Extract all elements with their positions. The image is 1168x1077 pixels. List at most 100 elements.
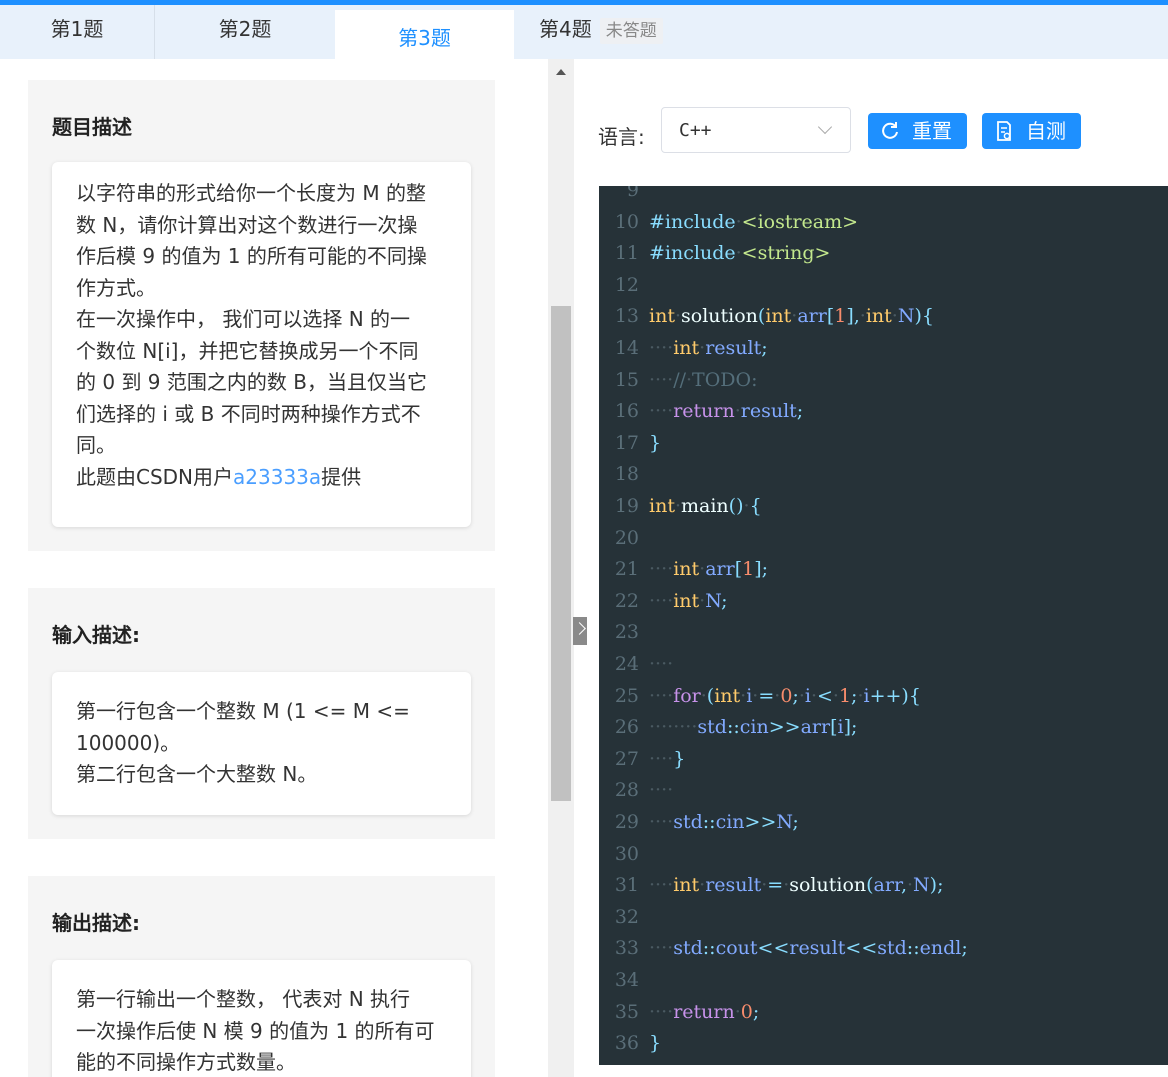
- line-number: 20: [614, 526, 639, 549]
- line-number: 13: [614, 305, 639, 328]
- description-body: 以字符串的形式给你一个长度为 M 的整 数 N，请你计算出对这个数进行一次操 作…: [52, 162, 471, 527]
- self-test-button[interactable]: 自测: [982, 113, 1081, 149]
- tab-question-3[interactable]: 第3题: [335, 10, 514, 59]
- output-title: 输出描述:: [52, 911, 140, 935]
- tab-question-4[interactable]: 第4题 未答题: [514, 5, 709, 59]
- description-line: 作方式。: [76, 275, 156, 300]
- code-line: 17}: [599, 428, 661, 459]
- problem-panel: 题目描述 以字符串的形式给你一个长度为 M 的整 数 N，请你计算出对这个数进行…: [0, 59, 548, 1077]
- code-line: 19 int·main()·{: [599, 491, 762, 522]
- input-title: 输入描述:: [52, 623, 140, 647]
- output-line: 一次操作后使 N 模 9 的值为 1 的所有可: [76, 1018, 435, 1043]
- tab-label: 第1题: [50, 17, 104, 41]
- tab-question-1[interactable]: 第1题: [0, 5, 155, 59]
- code-text: ····std::cin>>N;: [649, 811, 799, 833]
- line-number: 22: [614, 589, 639, 612]
- code-text: int·main()·{: [649, 495, 762, 517]
- code-line: 36}: [599, 1028, 661, 1059]
- code-text: ····: [649, 653, 674, 675]
- code-text: ····int·result·=·solution(arr,·N);: [649, 874, 944, 897]
- code-line: 24 ····: [599, 649, 673, 680]
- document-check-icon: [997, 121, 1011, 141]
- credit-suffix: 提供: [321, 464, 362, 489]
- reset-button[interactable]: 重置: [868, 113, 967, 149]
- unanswered-badge: 未答题: [599, 17, 663, 44]
- line-number: 29: [614, 811, 639, 833]
- code-line: 21 ····int·arr[1];: [599, 554, 768, 585]
- line-number: 28: [614, 779, 639, 802]
- code-line: 27 ····}: [599, 744, 685, 775]
- code-text: }: [649, 431, 662, 454]
- code-line: 16 ····return·result;: [599, 396, 803, 427]
- line-number: 31: [614, 874, 639, 897]
- language-label: 语言:: [598, 125, 645, 149]
- line-number: 35: [614, 1000, 639, 1023]
- tab-question-2[interactable]: 第2题: [155, 5, 335, 59]
- code-text: int·solution(int·arr[1],·int·N){: [649, 305, 934, 328]
- description-line: 们选择的 i 或 B 不同时两种操作方式不: [76, 401, 421, 426]
- input-line: 100000)。: [76, 730, 181, 755]
- description-section: 题目描述 以字符串的形式给你一个长度为 M 的整 数 N，请你计算出对这个数进行…: [28, 80, 495, 551]
- code-text: }: [649, 1032, 662, 1055]
- code-line: 28 ····: [599, 775, 673, 806]
- code-line: 20: [599, 523, 649, 554]
- output-line: 能的不同操作方式数量。: [76, 1050, 296, 1074]
- output-line: 第一行输出一个整数， 代表对 N 执行: [76, 987, 411, 1011]
- line-number: 12: [614, 273, 639, 296]
- line-number: 19: [614, 495, 639, 517]
- line-number: 34: [614, 969, 639, 991]
- line-number: 10: [614, 210, 639, 233]
- credit-line: 此题由CSDN用户a23333a提供: [52, 462, 471, 494]
- input-line: 第二行包含一个大整数 N。: [76, 762, 318, 786]
- code-text: ····for·(int·i·=·0;·i·<·1;·i++){: [649, 684, 921, 707]
- code-line: 35 ····return·0;: [599, 997, 759, 1028]
- code-line: 15 ····//·TODO:: [599, 365, 758, 396]
- scrollbar-thumb[interactable]: [551, 306, 571, 801]
- code-text: ········std::cin>>arr[i];: [649, 716, 858, 739]
- code-line: 33 ····std::cout<<result<<std::endl;: [599, 933, 968, 964]
- line-number: 14: [614, 337, 639, 359]
- self-test-label: 自测: [1026, 119, 1066, 143]
- line-number: 36: [614, 1032, 639, 1055]
- line-number: 16: [614, 400, 639, 423]
- language-select[interactable]: C++: [661, 107, 851, 153]
- credit-user-link[interactable]: a23333a: [233, 465, 321, 489]
- code-line: 10 #include·<iostream>: [599, 207, 858, 238]
- code-line: 14 ····int·result;: [599, 333, 768, 364]
- line-number: 17: [614, 431, 639, 454]
- collapse-panel-toggle[interactable]: [573, 617, 587, 645]
- code-text: ····int·result;: [649, 337, 768, 359]
- question-tabs: 第1题 第2题 第3题 第4题 未答题: [0, 5, 1168, 59]
- code-text: ····int·N;: [649, 589, 728, 612]
- code-line: 32: [599, 902, 649, 933]
- description-line: 同。: [76, 433, 116, 457]
- description-line: 个数位 N[i]，并把它替换成另一个不同: [76, 338, 419, 363]
- code-line: 22 ····int·N;: [599, 586, 728, 617]
- editor-panel: 语言: C++ 重置 自测 9 10 #include·<iostream> 11 #i…: [588, 59, 1168, 1077]
- problem-scrollbar[interactable]: [548, 59, 574, 1077]
- line-number: 9: [626, 186, 639, 201]
- line-number: 18: [614, 463, 639, 486]
- tab-label: 第3题: [398, 26, 451, 50]
- code-line: 34: [599, 965, 649, 996]
- code-text: ····//·TODO:: [649, 368, 758, 391]
- code-line: 18: [599, 459, 649, 490]
- line-number: 25: [614, 684, 639, 707]
- output-body: 第一行输出一个整数， 代表对 N 执行 一次操作后使 N 模 9 的值为 1 的…: [52, 960, 471, 1077]
- chevron-down-icon: [817, 119, 833, 135]
- code-text: #include·<iostream>: [649, 210, 859, 233]
- code-text: ····std::cout<<result<<std::endl;: [649, 937, 968, 960]
- line-number: 33: [614, 937, 639, 960]
- language-value: C++: [679, 120, 712, 141]
- code-editor[interactable]: 9 10 #include·<iostream> 11 #include·<string…: [599, 186, 1168, 1065]
- code-line: 31 ····int·result·=·solution(arr,·N);: [599, 870, 944, 901]
- code-line: 23: [599, 617, 649, 648]
- chevron-right-icon: [573, 622, 586, 635]
- line-number: 11: [614, 242, 639, 265]
- description-title: 题目描述: [52, 115, 132, 139]
- line-number: 24: [614, 653, 639, 675]
- scroll-up-arrow[interactable]: [556, 69, 566, 75]
- code-text: ····}: [649, 747, 686, 770]
- line-number: 26: [614, 716, 639, 739]
- line-number: 30: [614, 842, 639, 865]
